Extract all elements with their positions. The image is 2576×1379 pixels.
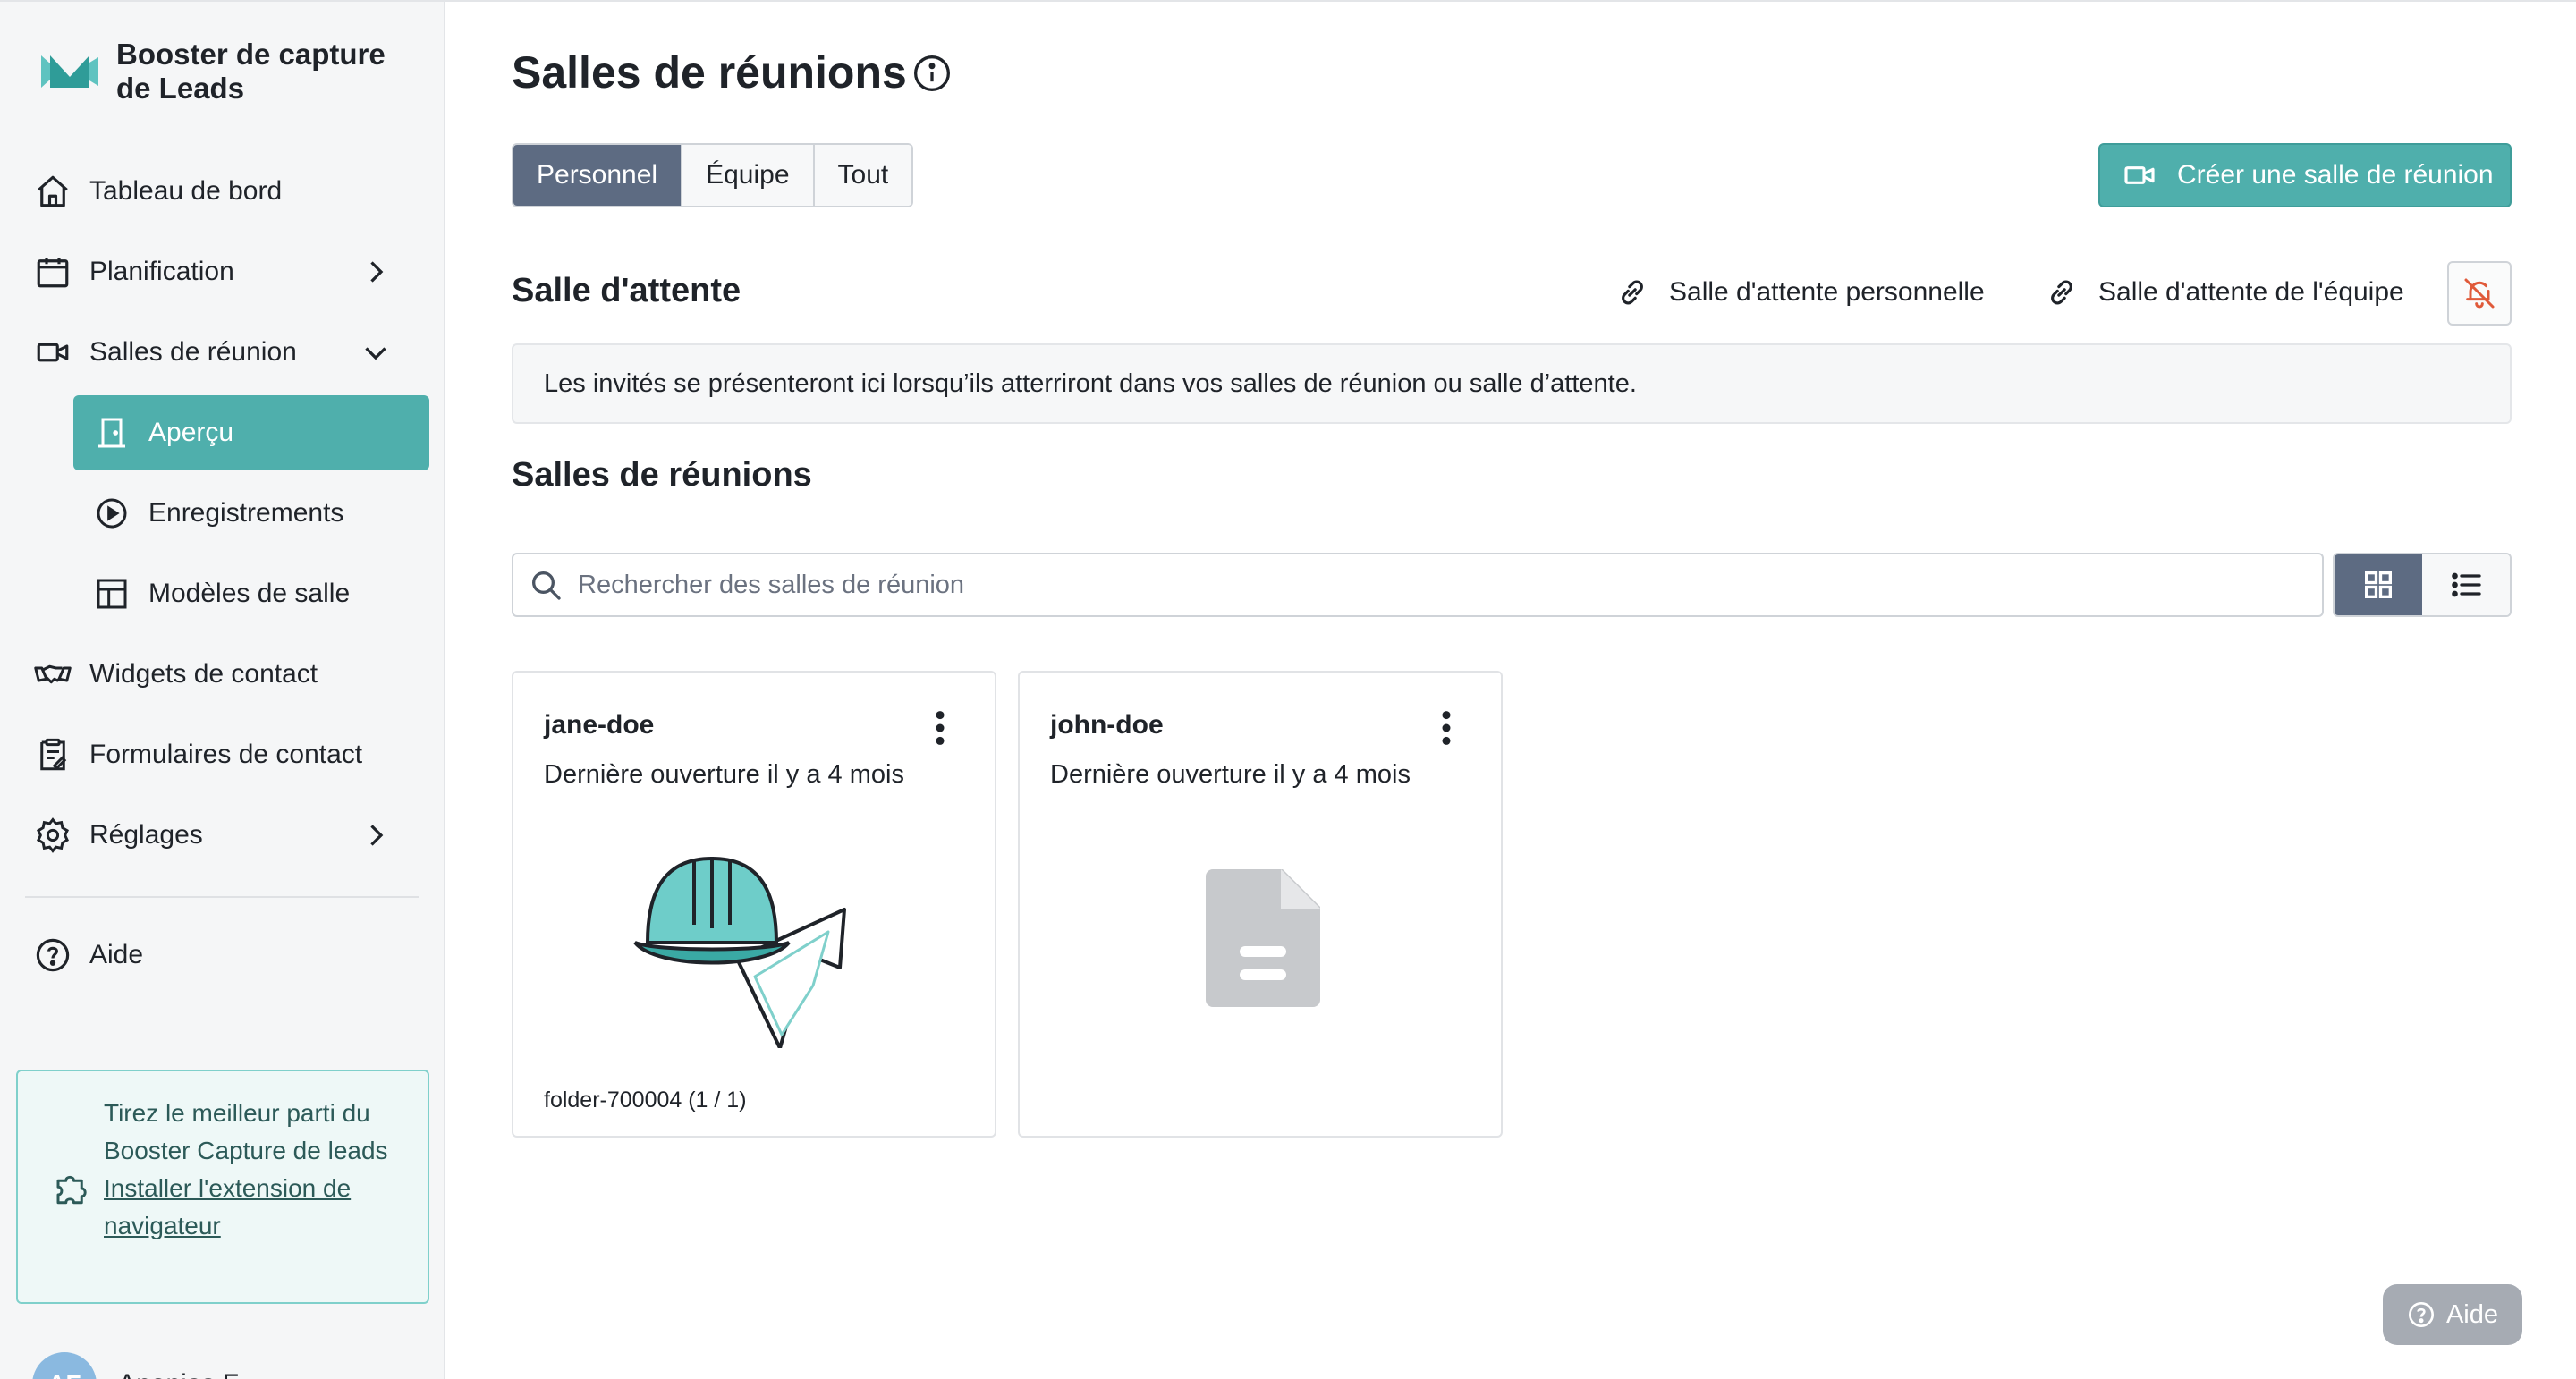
team-waiting-room-link[interactable]: Salle d'attente de l'équipe	[2045, 270, 2404, 315]
sidebar-item-contact-forms[interactable]: Formulaires de contact	[32, 719, 428, 791]
sidebar-item-settings[interactable]: Réglages	[32, 799, 428, 871]
sidebar-item-meeting-rooms[interactable]: Salles de réunion	[32, 317, 428, 388]
door-icon	[91, 412, 132, 453]
sidebar-item-label: Modèles de salle	[148, 579, 351, 608]
calendar-icon	[32, 251, 73, 292]
page-title: Salles de réunions	[512, 47, 907, 97]
user-name: Ananias F	[118, 1369, 239, 1379]
room-last-opened: Dernière ouverture il y a 4 mois	[1050, 760, 1411, 789]
home-icon	[32, 171, 73, 212]
play-circle-icon	[91, 493, 132, 534]
brand[interactable]: Booster de capture de Leads	[41, 38, 411, 106]
room-last-opened: Dernière ouverture il y a 4 mois	[544, 760, 904, 789]
scope-tabs: Personnel Équipe Tout	[512, 143, 914, 207]
view-toggle	[2333, 553, 2512, 617]
waiting-room-notice: Les invités se présenteront ici lorsqu’i…	[512, 343, 2512, 424]
tab-personal[interactable]: Personnel	[513, 145, 683, 206]
personal-waiting-room-link[interactable]: Salle d'attente personnelle	[1615, 270, 1985, 315]
chevron-right-icon	[370, 261, 384, 283]
promo-message: Tirez le meilleur parti du Booster Captu…	[104, 1099, 388, 1164]
help-widget-button[interactable]: Aide	[2383, 1284, 2522, 1345]
room-card[interactable]: jane-doe Dernière ouverture il y a 4 moi…	[512, 671, 996, 1138]
waiting-room-heading: Salle d'attente	[512, 272, 741, 309]
link-icon	[2051, 280, 2072, 305]
avatar: AF	[32, 1352, 97, 1379]
gear-icon	[32, 815, 73, 856]
handshake-icon	[32, 654, 73, 695]
sidebar-item-label: Aide	[89, 940, 144, 969]
bell-off-icon	[2464, 278, 2495, 309]
grid-icon	[2365, 571, 2392, 598]
sidebar-item-overview[interactable]: Aperçu	[73, 395, 429, 470]
sidebar-item-label: Enregistrements	[148, 498, 344, 528]
sidebar-item-label: Tableau de bord	[89, 176, 283, 206]
sidebar-item-contact-widgets[interactable]: Widgets de contact	[32, 639, 428, 710]
create-meeting-room-button[interactable]: Créer une salle de réunion	[2098, 143, 2512, 207]
room-name: jane-doe	[544, 710, 655, 740]
sidebar-item-label: Aperçu	[148, 418, 234, 447]
hardhat-illustration-icon	[633, 856, 846, 1048]
search-box	[512, 553, 2324, 617]
sidebar: Booster de capture de Leads Tableau de b…	[0, 2, 445, 1379]
sidebar-item-dashboard[interactable]: Tableau de bord	[32, 156, 428, 227]
sidebar-item-help[interactable]: Aide	[32, 919, 428, 991]
room-name: john-doe	[1050, 710, 1164, 740]
brand-logo-icon	[41, 55, 98, 88]
list-view-button[interactable]	[2422, 554, 2510, 615]
room-folder-info: folder-700004 (1 / 1)	[544, 1087, 747, 1113]
sidebar-divider	[25, 896, 419, 898]
link-icon	[1622, 280, 1643, 305]
more-options-icon[interactable]	[932, 708, 948, 748]
notifications-toggle-button[interactable]	[2447, 261, 2512, 326]
sidebar-item-label: Widgets de contact	[89, 659, 318, 689]
sidebar-item-label: Planification	[89, 257, 234, 286]
sidebar-item-label: Réglages	[89, 820, 203, 850]
app-root: Booster de capture de Leads Tableau de b…	[0, 0, 2576, 1379]
list-icon	[2452, 572, 2481, 597]
more-options-icon[interactable]	[1438, 708, 1454, 748]
personal-link-label: Salle d'attente personnelle	[1669, 277, 1985, 307]
help-circle-icon	[32, 935, 73, 976]
search-input[interactable]	[578, 570, 2277, 600]
promo-text: Tirez le meilleur parti du Booster Captu…	[104, 1095, 417, 1245]
chevron-right-icon	[370, 825, 384, 846]
tab-all[interactable]: Tout	[814, 145, 912, 206]
user-menu[interactable]: AF Ananias F	[32, 1352, 239, 1379]
sidebar-item-planning[interactable]: Planification	[32, 236, 428, 308]
tab-team[interactable]: Équipe	[682, 145, 815, 206]
help-widget-label: Aide	[2445, 1299, 2499, 1329]
grid-view-button[interactable]	[2334, 554, 2422, 615]
video-camera-icon	[32, 332, 73, 373]
brand-name: Booster de capture de Leads	[116, 38, 386, 105]
form-icon	[32, 734, 73, 775]
room-card[interactable]: john-doe Dernière ouverture il y a 4 moi…	[1018, 671, 1503, 1138]
video-camera-icon	[2124, 166, 2155, 184]
install-extension-link[interactable]: Installer l'extension de navigateur	[104, 1174, 351, 1239]
chevron-down-icon	[365, 347, 386, 360]
sidebar-item-recordings[interactable]: Enregistrements	[73, 478, 429, 549]
sidebar-item-label: Salles de réunion	[89, 337, 297, 367]
meeting-rooms-heading: Salles de réunions	[512, 456, 812, 494]
sidebar-item-label: Formulaires de contact	[89, 740, 363, 769]
template-icon	[91, 573, 132, 614]
help-circle-icon	[2408, 1302, 2434, 1327]
puzzle-icon	[56, 1175, 87, 1205]
document-icon	[1206, 869, 1320, 1007]
search-icon	[532, 571, 561, 600]
main-content: Salles de réunions Personnel Équipe Tout…	[447, 2, 2576, 1379]
info-icon[interactable]	[912, 54, 952, 93]
team-link-label: Salle d'attente de l'équipe	[2098, 277, 2404, 307]
create-button-label: Créer une salle de réunion	[2177, 160, 2494, 190]
extension-promo: Tirez le meilleur parti du Booster Captu…	[16, 1070, 429, 1304]
sidebar-item-room-templates[interactable]: Modèles de salle	[73, 558, 429, 630]
